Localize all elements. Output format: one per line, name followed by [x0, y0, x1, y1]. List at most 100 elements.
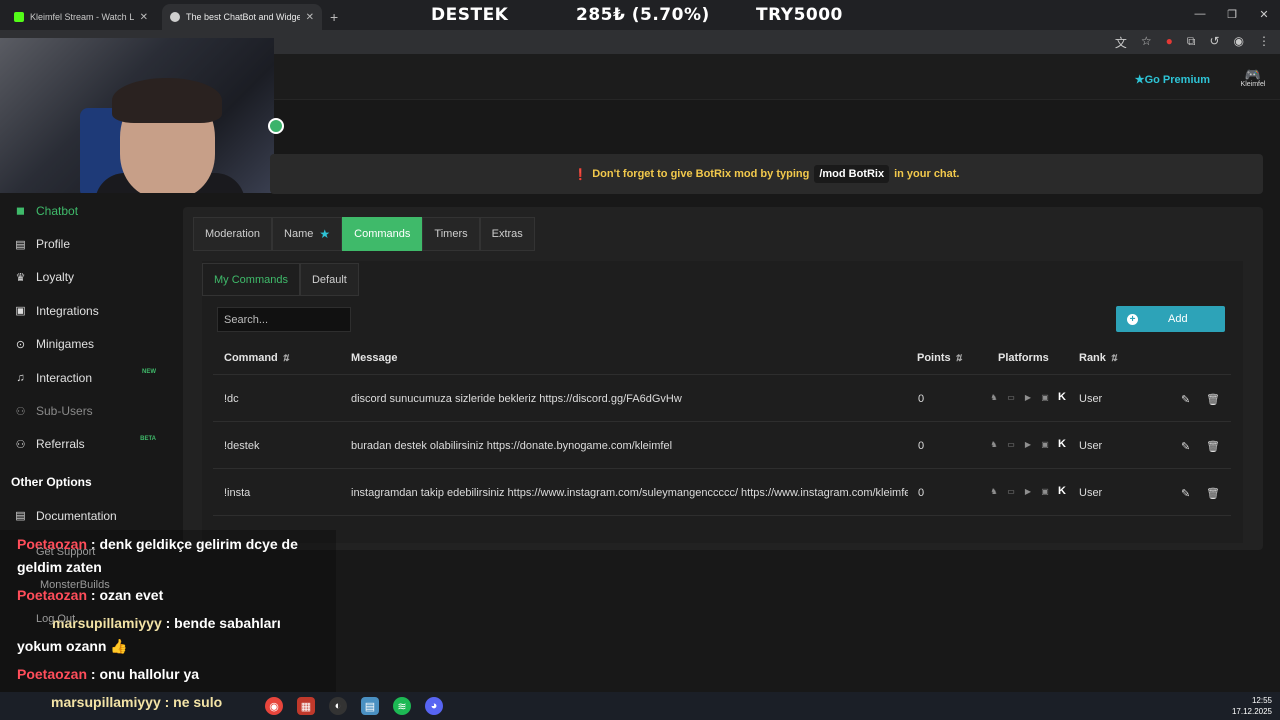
trash-icon[interactable]: 🗑 [1206, 487, 1220, 500]
browser-tab-botrix[interactable]: The best ChatBot and Widgets ✕ [162, 4, 322, 30]
table-row: !destek buradan destek olabilirsiniz htt… [213, 422, 1231, 469]
menu-dots-icon[interactable]: ⋮ [1258, 34, 1270, 51]
tab-commands[interactable]: Commands [342, 217, 423, 251]
streamer-hair [112, 78, 222, 123]
tab-name-label: Name [284, 228, 314, 240]
tab-name[interactable]: Name ★ [272, 217, 343, 251]
points-cell: 0 [918, 440, 925, 452]
trovo-icon: ♞ [990, 439, 998, 449]
robot-icon: ◼ [15, 205, 26, 218]
gamepad-avatar-icon: 🎮 [1244, 67, 1262, 82]
get-support-link[interactable]: Get Support [36, 541, 95, 564]
sidebar-item-minigames[interactable]: ⊙ Minigames [0, 328, 168, 361]
plug-icon: ▣ [15, 305, 26, 318]
spotify-icon[interactable]: ≋ [393, 697, 411, 715]
monsterbuilds-link[interactable]: MonsterBuilds [40, 574, 110, 597]
kick-icon: K [1058, 391, 1066, 403]
username-label: Kleimfel [1240, 81, 1266, 88]
message-cell: discord sunucumuza sizleride bekleriz ht… [351, 393, 682, 405]
sidebar-item-loyalty[interactable]: ♛ Loyalty [0, 261, 168, 294]
sort-icon: ⇅ [281, 353, 290, 363]
settings-tabs: Moderation Name ★ Commands Timers Extras [193, 217, 535, 251]
maximize-icon[interactable]: ❐ [1216, 0, 1248, 28]
music-icon: ♫ [16, 371, 25, 384]
command-cell: !insta [224, 487, 251, 499]
tab-extras[interactable]: Extras [479, 217, 535, 251]
sidebar-item-interaction[interactable]: ♫ Interaction NEW [0, 361, 168, 394]
browser-tab-kick[interactable]: Kleimfel Stream - Watch Live on ✕ [6, 4, 156, 30]
window-controls: — ❐ ✕ [1184, 0, 1280, 28]
trash-icon[interactable]: 🗑 [1206, 393, 1220, 406]
extension-record-icon[interactable]: ● [1166, 34, 1173, 51]
edit-icon[interactable]: ✎ [1181, 487, 1190, 500]
stream-chat-overlay: Get Support MonsterBuilds Log Out Poetao… [0, 530, 336, 700]
system-clock[interactable]: 12:55 17.12.2025 [1232, 695, 1272, 717]
user-menu[interactable]: 🎮 Kleimfel [1238, 68, 1268, 88]
table-row: !dc discord sunucumuza sizleride bekleri… [213, 375, 1231, 422]
new-tab-button[interactable]: + [330, 9, 338, 25]
bookmark-star-icon[interactable]: ☆ [1141, 34, 1152, 51]
rank-cell: User [1079, 487, 1103, 499]
add-label: Add [1168, 313, 1188, 325]
extensions-puzzle-icon[interactable]: ⧉ [1187, 34, 1196, 51]
header-rank[interactable]: Rank ⇅ [1079, 352, 1117, 364]
sidebar-item-profile[interactable]: ▤ Profile [0, 227, 168, 260]
sidebar-item-chatbot[interactable]: ◼ Chatbot [0, 194, 168, 227]
beta-badge: BETA [140, 435, 156, 442]
sidebar-item-documentation[interactable]: ▤ Documentation [0, 499, 168, 532]
sidebar-item-integrations[interactable]: ▣ Integrations [0, 294, 168, 327]
discord-icon: ▣ [1041, 486, 1049, 496]
close-window-icon[interactable]: ✕ [1248, 0, 1280, 28]
book-icon: ▤ [15, 510, 26, 523]
gamepad-icon: ⊙ [15, 338, 26, 351]
chrome-icon[interactable]: ◉ [265, 697, 283, 715]
banner-text-after: in your chat. [894, 168, 960, 180]
subtab-default[interactable]: Default [299, 263, 359, 296]
header-message: Message [351, 352, 398, 364]
message-cell: buradan destek olabilirsiniz https://don… [351, 440, 673, 452]
main-card: Moderation Name ★ Commands Timers Extras … [183, 207, 1263, 550]
close-tab-icon[interactable]: ✕ [140, 12, 148, 23]
go-premium-link[interactable]: ★Go Premium [1135, 73, 1210, 86]
profile-icon[interactable]: ◉ [1234, 34, 1244, 51]
warning-icon: ❗ [573, 168, 588, 181]
header-command[interactable]: Command ⇅ [224, 352, 289, 364]
subtab-my-commands[interactable]: My Commands [202, 263, 300, 296]
edit-icon[interactable]: ✎ [1181, 393, 1190, 406]
users-icon: ⚇ [15, 405, 26, 418]
command-cell: !dc [224, 393, 239, 405]
search-input[interactable] [217, 307, 351, 332]
command-cell: !destek [224, 440, 260, 452]
plus-circle-icon: + [1127, 313, 1138, 325]
tab-title: Kleimfel Stream - Watch Live on [30, 12, 134, 22]
tab-timers[interactable]: Timers [422, 217, 480, 251]
trash-icon[interactable]: 🗑 [1206, 440, 1220, 453]
obs-icon[interactable]: ◐ [329, 697, 347, 715]
sidebar-item-referrals[interactable]: ⚇ Referrals BETA [0, 428, 168, 461]
chat-message: yokum ozann 👍 [17, 638, 128, 654]
close-tab-icon[interactable]: ✕ [306, 12, 314, 23]
add-command-button[interactable]: + Add [1116, 306, 1225, 332]
star-icon: ★ [319, 227, 331, 241]
translate-icon[interactable]: 文 [1115, 34, 1127, 51]
notepad-icon[interactable]: ▤ [361, 697, 379, 715]
sidebar-item-sub-users[interactable]: ⚇ Sub-Users [0, 394, 168, 427]
mod-reminder-banner: ❗ Don't forget to give BotRix mod by typ… [270, 154, 1263, 194]
edit-icon[interactable]: ✎ [1181, 440, 1190, 453]
header-points[interactable]: Points ⇅ [917, 352, 962, 364]
discord-app-icon[interactable]: ◕ [425, 697, 443, 715]
points-cell: 0 [918, 487, 925, 499]
twitch-icon: ▭ [1007, 439, 1015, 449]
tab-moderation[interactable]: Moderation [193, 217, 273, 251]
twitch-icon: ▭ [1007, 392, 1015, 402]
history-icon[interactable]: ↺ [1209, 34, 1219, 51]
log-out-link[interactable]: Log Out [36, 608, 75, 631]
guard-app-icon[interactable]: ▦ [297, 697, 315, 715]
trophy-icon: ♛ [15, 271, 26, 284]
sidebar-item-label: Chatbot [36, 203, 79, 218]
minimize-icon[interactable]: — [1184, 0, 1216, 28]
platform-icons: ♞ ▭ ▶ ▣ K [988, 485, 1068, 497]
rank-cell: User [1079, 393, 1103, 405]
id-card-icon: ▤ [15, 238, 26, 251]
sidebar-item-label: Documentation [36, 508, 117, 523]
